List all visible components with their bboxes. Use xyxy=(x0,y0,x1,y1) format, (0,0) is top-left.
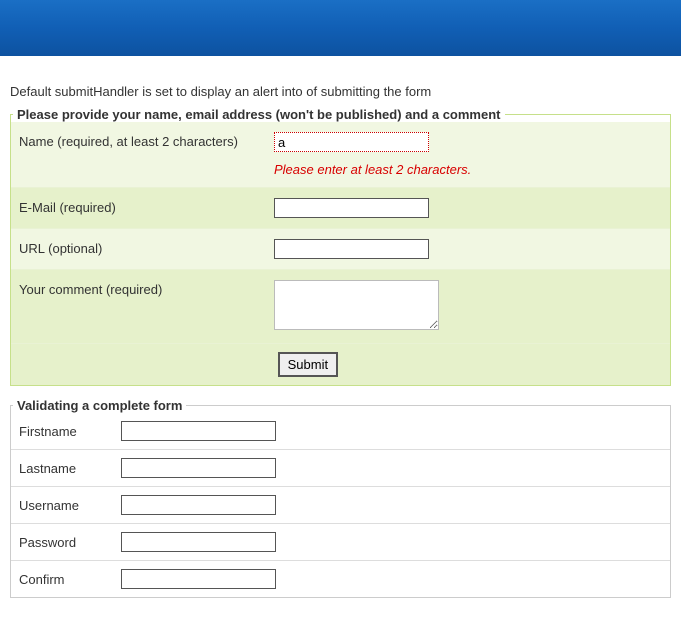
url-input[interactable] xyxy=(274,239,429,259)
lastname-field-wrap xyxy=(121,458,276,478)
confirm-input[interactable] xyxy=(121,569,276,589)
username-field-wrap xyxy=(121,495,276,515)
comment-field-wrap xyxy=(274,280,662,333)
name-label: Name (required, at least 2 characters) xyxy=(19,132,274,149)
complete-form-fieldset: Validating a complete form Firstname Las… xyxy=(10,398,671,598)
submit-row xyxy=(11,343,670,385)
password-row: Password xyxy=(11,523,670,560)
password-input[interactable] xyxy=(121,532,276,552)
lastname-row: Lastname xyxy=(11,449,670,486)
content-area: Default submitHandler is set to display … xyxy=(0,56,681,620)
confirm-field-wrap xyxy=(121,569,276,589)
name-field-wrap: Please enter at least 2 characters. xyxy=(274,132,662,177)
header-bar xyxy=(0,0,681,56)
firstname-input[interactable] xyxy=(121,421,276,441)
firstname-row: Firstname xyxy=(11,413,670,449)
email-row: E-Mail (required) xyxy=(11,187,670,228)
username-row: Username xyxy=(11,486,670,523)
complete-form-legend: Validating a complete form xyxy=(13,398,186,413)
comment-textarea[interactable] xyxy=(274,280,439,330)
password-field-wrap xyxy=(121,532,276,552)
comment-form-legend: Please provide your name, email address … xyxy=(13,107,505,122)
firstname-field-wrap xyxy=(121,421,276,441)
email-label: E-Mail (required) xyxy=(19,198,274,215)
email-input[interactable] xyxy=(274,198,429,218)
url-field-wrap xyxy=(274,239,662,259)
comment-row: Your comment (required) xyxy=(11,269,670,343)
url-row: URL (optional) xyxy=(11,228,670,269)
confirm-label: Confirm xyxy=(19,572,121,587)
firstname-label: Firstname xyxy=(19,424,121,439)
comment-form-fieldset: Please provide your name, email address … xyxy=(10,107,671,386)
comment-label: Your comment (required) xyxy=(19,280,274,297)
url-label: URL (optional) xyxy=(19,239,274,256)
name-row: Name (required, at least 2 characters) P… xyxy=(11,122,670,187)
email-field-wrap xyxy=(274,198,662,218)
confirm-row: Confirm xyxy=(11,560,670,597)
intro-text: Default submitHandler is set to display … xyxy=(10,84,671,99)
lastname-input[interactable] xyxy=(121,458,276,478)
submit-button[interactable] xyxy=(278,352,338,377)
name-input[interactable] xyxy=(274,132,429,152)
username-label: Username xyxy=(19,498,121,513)
password-label: Password xyxy=(19,535,121,550)
name-error-message: Please enter at least 2 characters. xyxy=(274,162,662,177)
lastname-label: Lastname xyxy=(19,461,121,476)
username-input[interactable] xyxy=(121,495,276,515)
